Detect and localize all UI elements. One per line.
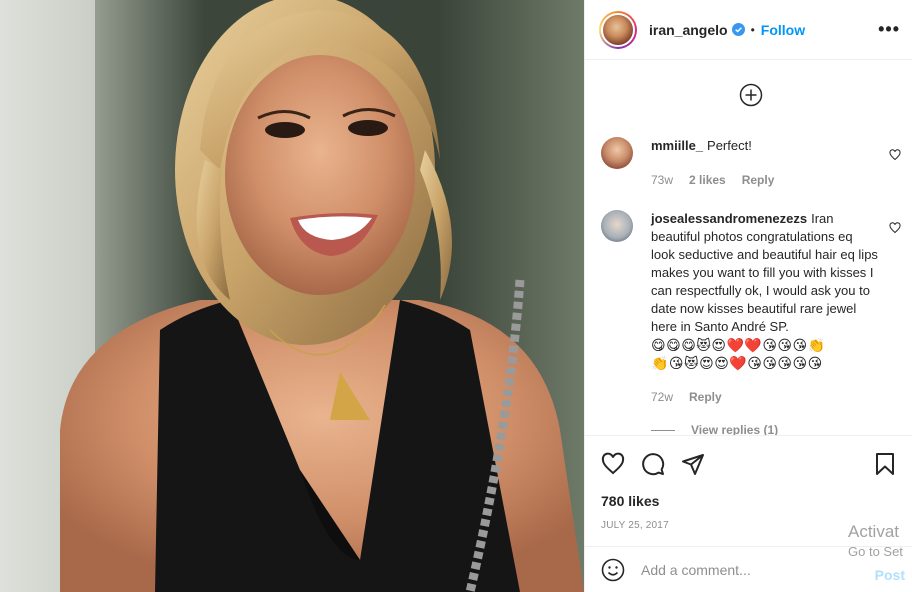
windows-activation-watermark: Activat Go to Set [848,522,912,559]
reply-button[interactable]: Reply [689,388,722,406]
like-comment-heart-icon[interactable] [889,149,901,161]
watermark-subtitle: Go to Set [848,544,903,559]
reply-button[interactable]: Reply [742,171,775,189]
header-separator: • [750,22,755,37]
post-comment-button[interactable]: Post [875,567,905,583]
view-replies-divider [651,429,675,431]
comment-likes[interactable]: 2 likes [689,171,726,189]
commenter-avatar[interactable] [601,210,633,242]
likes-count[interactable]: 780 likes [601,493,659,509]
verified-badge-icon [731,23,745,36]
post-header: iran_angelo • Follow ••• [585,0,912,60]
comment-age[interactable]: 73w [651,171,673,189]
comment-emojis: 👏😘😻😍😍❤️😘😘😘😘😘 [651,355,823,371]
commenter-username[interactable]: josealessandromenezezs [651,211,807,226]
comment-item: josealessandromenezezs Iran beautiful pho… [601,210,901,406]
like-comment-heart-icon[interactable] [889,222,901,234]
commenter-username[interactable]: mmiille_ [651,138,703,153]
load-more-comments-icon[interactable] [739,83,763,107]
author-username[interactable]: iran_angelo [649,22,728,38]
post-side-panel: iran_angelo • Follow ••• mmiille_ Perfect… [584,0,912,592]
portrait-image [0,0,584,592]
comment-text: Iran beautiful photos congratulations eq… [651,211,878,334]
like-heart-icon[interactable] [601,452,625,476]
post-photo[interactable] [0,0,584,592]
share-paper-plane-icon[interactable] [681,452,705,476]
view-replies-button[interactable]: View replies (1) [651,423,778,435]
comment-emojis: 😋😋😋😻😍❤️❤️😘😘😘👏 [651,337,826,353]
more-options-button[interactable]: ••• [878,19,900,40]
watermark-title: Activat [848,522,900,541]
comment-bubble-icon[interactable] [641,452,665,476]
emoji-smiley-icon[interactable] [601,558,625,582]
comment-item: mmiille_ Perfect! 73w 2 likes Reply [601,137,901,189]
comment-age[interactable]: 72w [651,388,673,406]
view-replies-label: View replies (1) [691,423,779,435]
post-date[interactable]: JULY 25, 2017 [601,520,669,531]
follow-button[interactable]: Follow [761,22,805,38]
save-bookmark-icon[interactable] [873,452,897,476]
comment-text: Perfect! [707,138,752,153]
add-comment-input[interactable] [641,561,861,578]
author-avatar[interactable] [599,10,637,49]
commenter-avatar[interactable] [601,137,633,169]
comments-list[interactable]: mmiille_ Perfect! 73w 2 likes Reply josea… [585,61,912,435]
